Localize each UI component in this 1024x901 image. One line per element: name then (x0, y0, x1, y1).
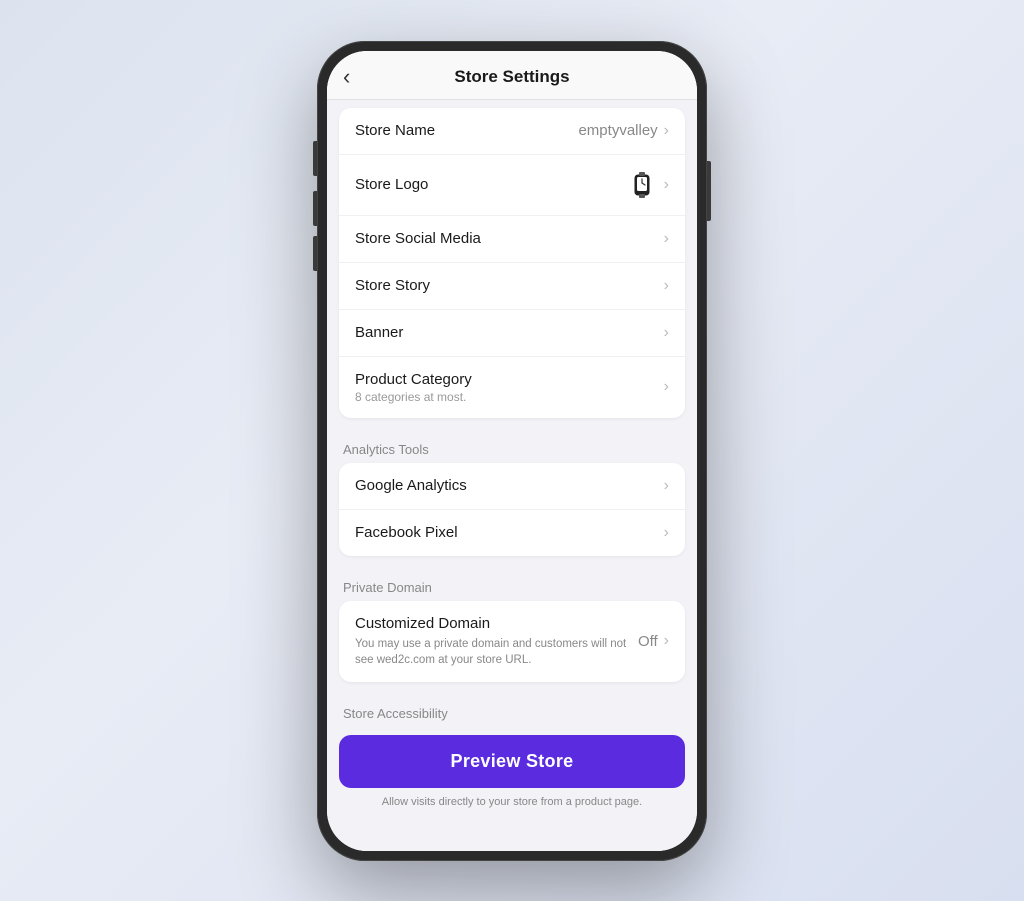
banner-row[interactable]: Banner › (339, 310, 685, 357)
settings-scroll-area[interactable]: Store Name emptyvalley › Store Logo (327, 100, 697, 851)
chevron-icon: › (664, 230, 669, 248)
accessibility-section-label: Store Accessibility (327, 692, 697, 727)
store-name-row[interactable]: Store Name emptyvalley › (339, 108, 685, 155)
store-name-label: Store Name (355, 122, 578, 139)
watch-icon (626, 169, 658, 201)
accessibility-note: Allow visits directly to your store from… (327, 792, 697, 820)
private-domain-group: Customized Domain You may use a private … (339, 601, 685, 682)
customized-domain-content: Customized Domain You may use a private … (355, 615, 638, 668)
store-social-media-row[interactable]: Store Social Media › (339, 216, 685, 263)
google-analytics-row[interactable]: Google Analytics › (339, 463, 685, 510)
customized-domain-note: You may use a private domain and custome… (355, 632, 638, 668)
phone-frame: ‹ Store Settings Store Name emptyvalley … (317, 41, 707, 861)
chevron-icon: › (664, 524, 669, 542)
product-category-content: Product Category 8 categories at most. (355, 371, 664, 404)
product-category-label: Product Category (355, 371, 664, 388)
customized-domain-label: Customized Domain (355, 615, 638, 632)
store-name-value: emptyvalley (578, 122, 657, 139)
chevron-icon: › (664, 378, 669, 396)
customized-domain-value: Off (638, 633, 658, 650)
chevron-icon: › (664, 176, 669, 194)
basic-settings-group: Store Name emptyvalley › Store Logo (339, 108, 685, 418)
chevron-icon: › (664, 632, 669, 650)
screen-content: ‹ Store Settings Store Name emptyvalley … (327, 51, 697, 851)
facebook-pixel-row[interactable]: Facebook Pixel › (339, 510, 685, 556)
store-story-label: Store Story (355, 277, 664, 294)
product-category-sub: 8 categories at most. (355, 390, 664, 404)
customized-domain-row[interactable]: Customized Domain You may use a private … (339, 601, 685, 682)
banner-label: Banner (355, 324, 664, 341)
chevron-icon: › (664, 324, 669, 342)
store-logo-row[interactable]: Store Logo › (339, 155, 685, 216)
private-domain-section-label: Private Domain (327, 566, 697, 601)
chevron-icon: › (664, 477, 669, 495)
product-category-row[interactable]: Product Category 8 categories at most. › (339, 357, 685, 418)
preview-store-button[interactable]: Preview Store (339, 735, 685, 788)
google-analytics-label: Google Analytics (355, 477, 664, 494)
phone-screen: ‹ Store Settings Store Name emptyvalley … (327, 51, 697, 851)
store-story-row[interactable]: Store Story › (339, 263, 685, 310)
facebook-pixel-label: Facebook Pixel (355, 524, 664, 541)
store-social-media-label: Store Social Media (355, 230, 664, 247)
chevron-icon: › (664, 277, 669, 295)
analytics-group: Google Analytics › Facebook Pixel › (339, 463, 685, 556)
store-logo-label: Store Logo (355, 176, 626, 193)
analytics-section-label: Analytics Tools (327, 428, 697, 463)
chevron-icon: › (664, 122, 669, 140)
back-button[interactable]: ‹ (343, 66, 350, 88)
page-header: ‹ Store Settings (327, 51, 697, 100)
page-title: Store Settings (454, 67, 569, 87)
